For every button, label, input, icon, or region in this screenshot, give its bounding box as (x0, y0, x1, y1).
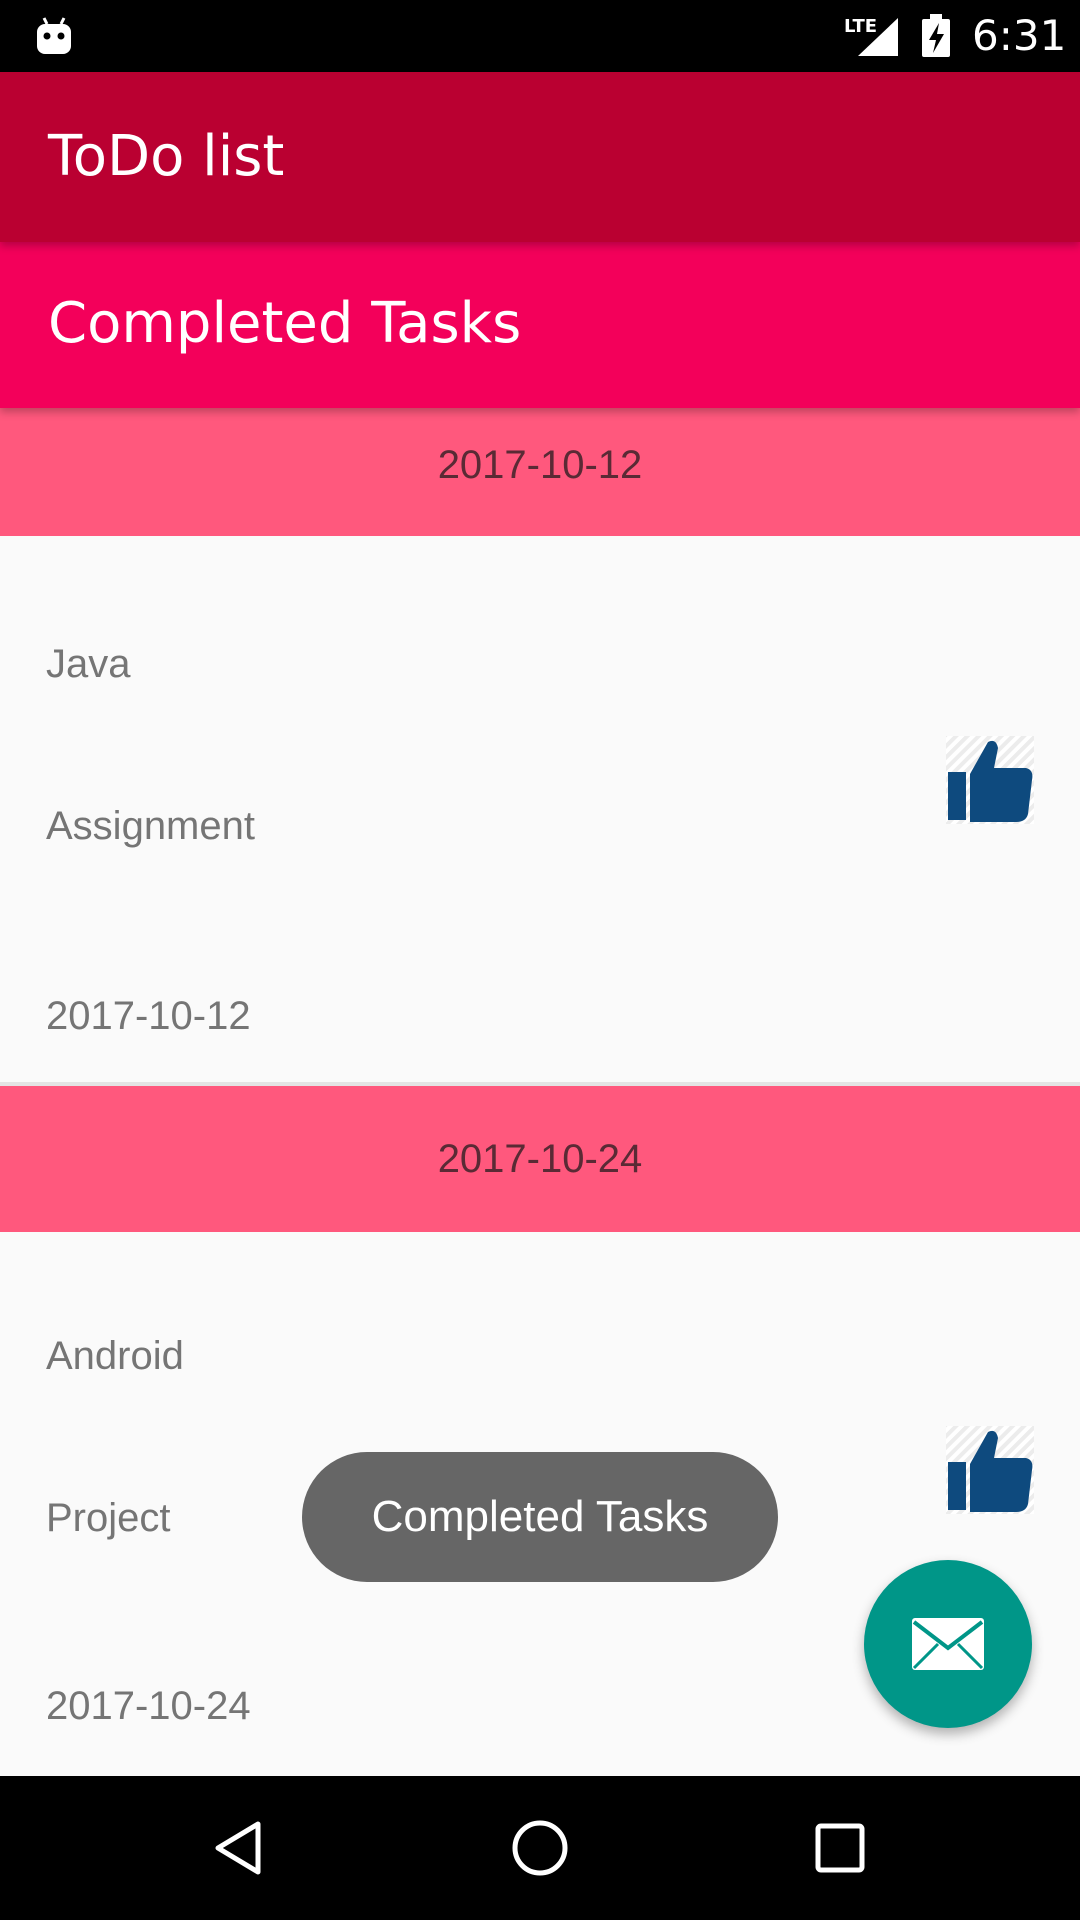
thumbs-up-icon[interactable] (944, 734, 1036, 826)
task-name: Android (46, 1334, 184, 1378)
clock: 6:31 (972, 11, 1067, 60)
email-fab-button[interactable] (864, 1560, 1032, 1728)
date-header-label: 2017-10-24 (437, 1137, 643, 1181)
lte-signal-icon: LTE (844, 16, 898, 56)
navigation-bar (0, 1776, 1080, 1920)
battery-charging-icon (922, 14, 950, 57)
home-icon[interactable] (510, 1818, 570, 1878)
recents-icon[interactable] (810, 1818, 870, 1878)
task-date: 2017-10-24 (46, 1684, 251, 1728)
thumbs-up-icon[interactable] (944, 1424, 1036, 1516)
status-bar: LTE 6:31 (0, 0, 1080, 72)
date-header: 2017-10-12 (0, 408, 1080, 536)
app-title: ToDo list (48, 124, 285, 189)
date-header-label: 2017-10-12 (437, 443, 643, 487)
task-category: Project (46, 1496, 171, 1540)
section-header: Completed Tasks (0, 242, 1080, 408)
section-title: Completed Tasks (48, 291, 522, 356)
task-name: Java (46, 642, 131, 686)
toast-message: Completed Tasks (302, 1452, 778, 1582)
date-header: 2017-10-24 (0, 1086, 1080, 1232)
task-item-java[interactable]: Java Assignment 2017-10-12 (0, 536, 1080, 1038)
app-bar: ToDo list (0, 72, 1080, 242)
task-category: Assignment (46, 804, 255, 848)
back-icon[interactable] (210, 1818, 270, 1878)
mail-icon (912, 1618, 984, 1670)
lte-label: LTE (844, 16, 877, 37)
android-debug-icon (37, 17, 71, 54)
task-date: 2017-10-12 (46, 994, 251, 1038)
